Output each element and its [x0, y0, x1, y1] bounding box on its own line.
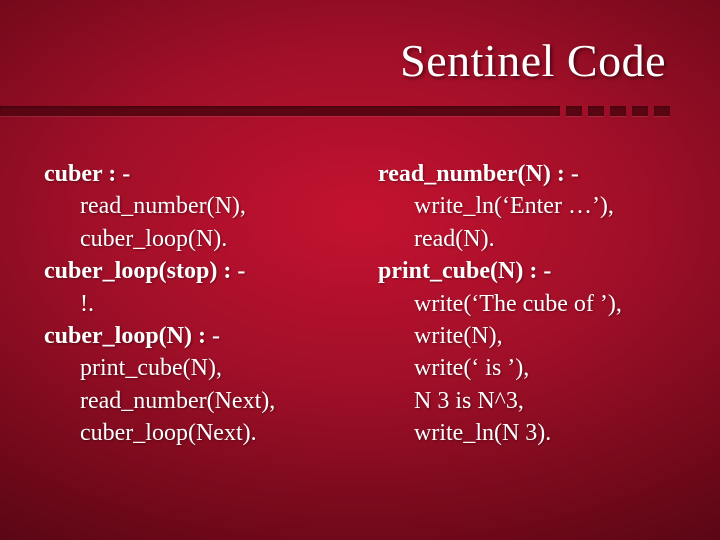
slide: Sentinel Code cuber : - read_number(N), … [0, 0, 720, 540]
code-line: cuber_loop(N). [44, 223, 342, 255]
code-line: write(‘ is ’), [378, 352, 676, 384]
bar-segment [654, 106, 670, 116]
bar-segment [588, 106, 604, 116]
bar-segment [566, 106, 582, 116]
code-line: cuber_loop(N) : - [44, 320, 342, 352]
code-line: cuber_loop(stop) : - [44, 255, 342, 287]
left-column: cuber : - read_number(N), cuber_loop(N).… [44, 158, 342, 450]
code-line: read(N). [378, 223, 676, 255]
code-line: write(N), [378, 320, 676, 352]
code-line: write_ln(N 3). [378, 417, 676, 449]
code-line: write_ln(‘Enter …’), [378, 190, 676, 222]
code-line: !. [44, 288, 342, 320]
code-line: write(‘The cube of ’), [378, 288, 676, 320]
code-line: print_cube(N), [44, 352, 342, 384]
code-line: cuber_loop(Next). [44, 417, 342, 449]
page-title: Sentinel Code [400, 34, 666, 87]
bar-segment [610, 106, 626, 116]
code-line: read_number(Next), [44, 385, 342, 417]
content-columns: cuber : - read_number(N), cuber_loop(N).… [44, 158, 676, 450]
bar-segment [632, 106, 648, 116]
code-line: N 3 is N^3, [378, 385, 676, 417]
bar-main [0, 106, 560, 116]
right-column: read_number(N) : - write_ln(‘Enter …’), … [378, 158, 676, 450]
code-line: read_number(N), [44, 190, 342, 222]
decorative-bar [0, 102, 720, 120]
code-line: cuber : - [44, 158, 342, 190]
code-line: read_number(N) : - [378, 158, 676, 190]
code-line: print_cube(N) : - [378, 255, 676, 287]
